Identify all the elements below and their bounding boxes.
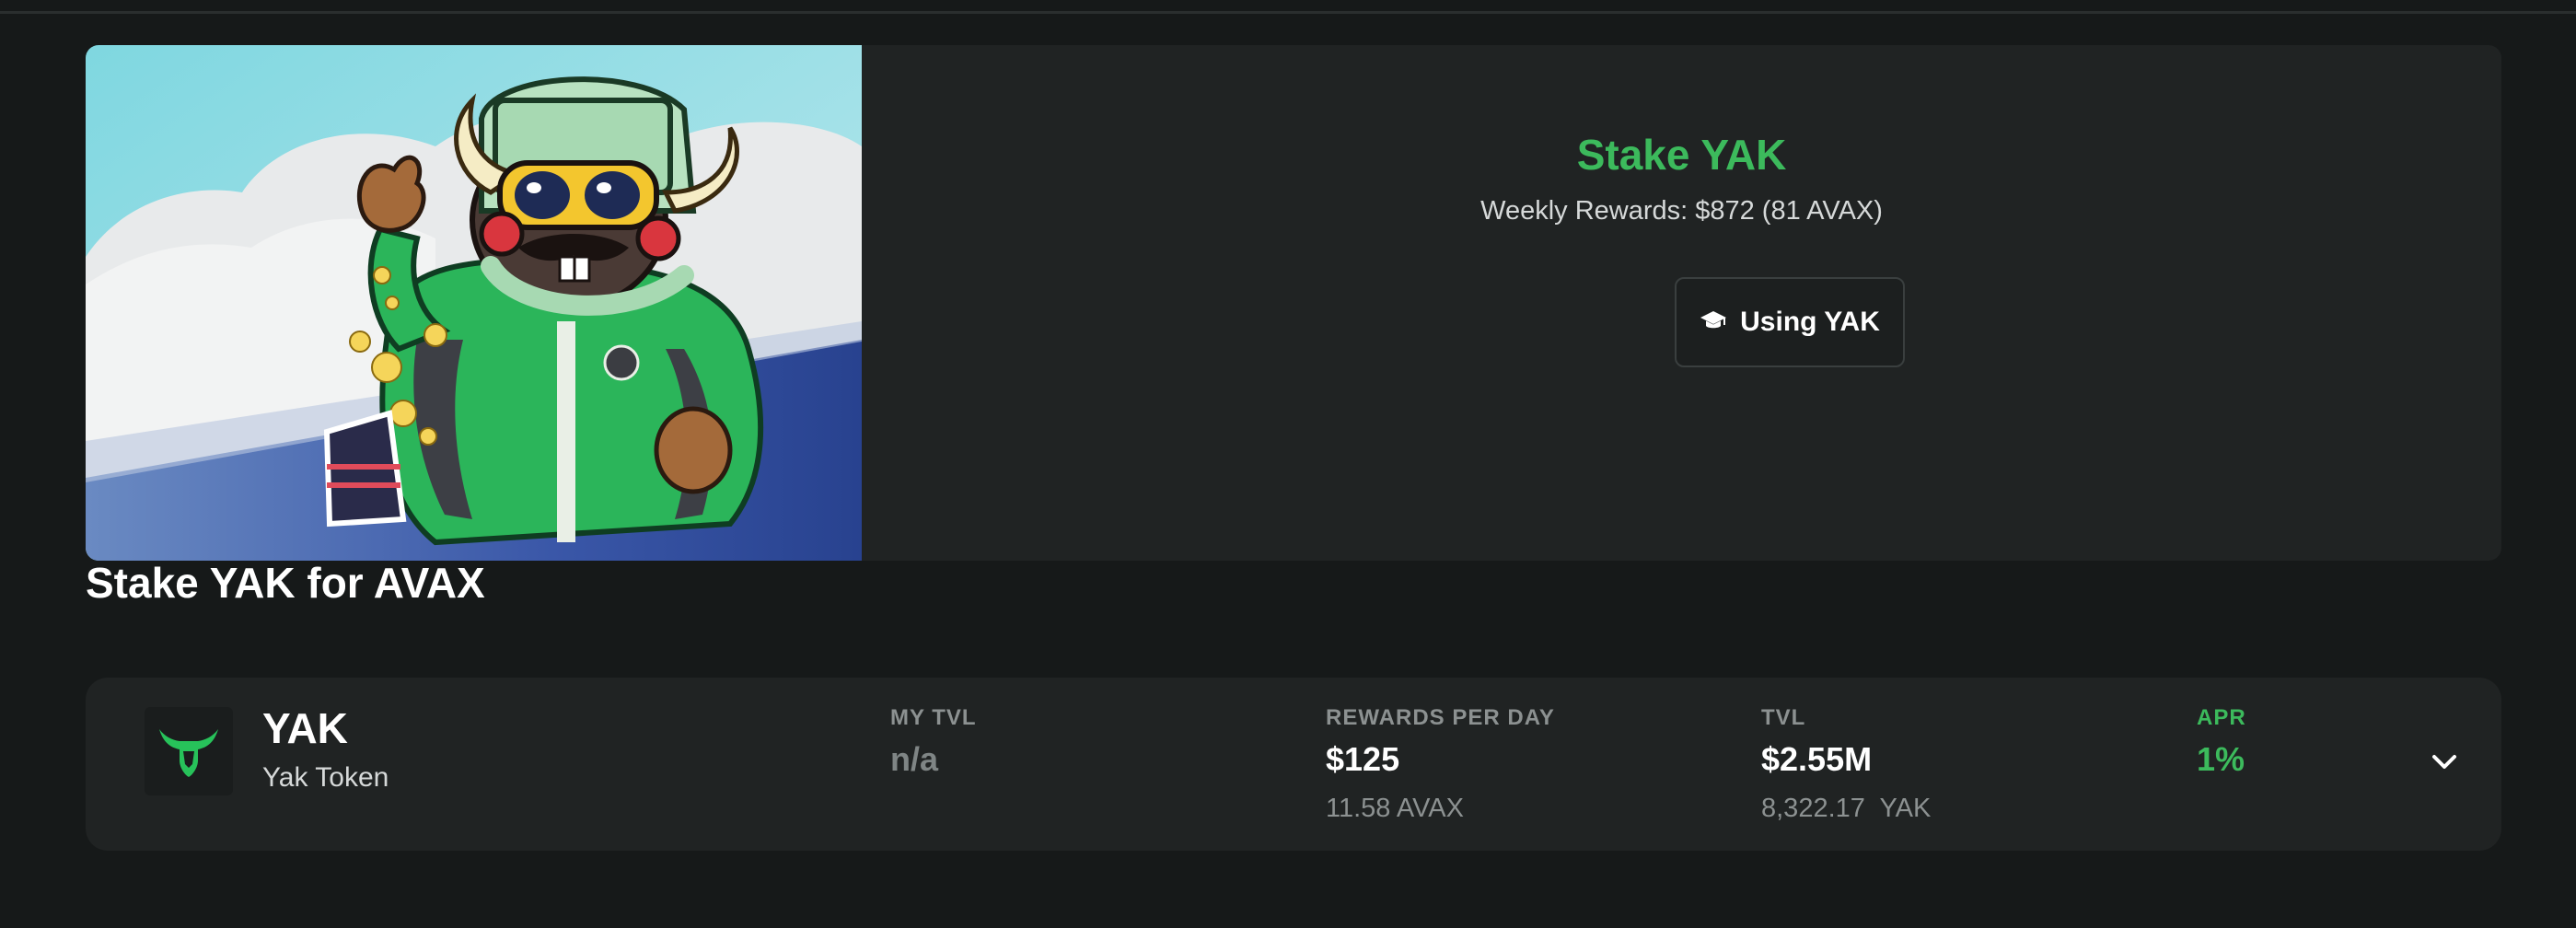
yak-mascot-illustration <box>86 45 862 561</box>
tvl-token-amount: 8,322.17 YAK <box>1761 794 1932 823</box>
yak-pool-row[interactable]: YAK Yak Token MY TVL n/a REWARDS PER DAY… <box>86 678 2501 851</box>
graduation-cap-icon <box>1700 309 1727 336</box>
apr-label: APR <box>2197 705 2246 730</box>
token-symbol: YAK <box>262 704 348 752</box>
apr-value: 1% <box>2197 740 2245 778</box>
hero-content: Stake YAK Weekly Rewards: $872 (81 AVAX)… <box>862 45 2501 561</box>
tvl-value: $2.55M <box>1761 740 1873 778</box>
rewards-per-day-label: REWARDS PER DAY <box>1326 705 1555 730</box>
chevron-down-icon[interactable] <box>2431 753 2457 771</box>
top-divider <box>0 11 2576 14</box>
rewards-per-day-avax: 11.58 AVAX <box>1326 794 1464 823</box>
stake-hero-card: Stake YAK Weekly Rewards: $872 (81 AVAX)… <box>86 45 2501 561</box>
using-yak-button[interactable]: Using YAK <box>1675 277 1905 367</box>
my-tvl-value: n/a <box>890 740 939 778</box>
section-title: Stake YAK for AVAX <box>86 559 485 607</box>
tvl-label: TVL <box>1761 705 1806 730</box>
token-name: Yak Token <box>262 762 389 793</box>
my-tvl-label: MY TVL <box>890 705 977 730</box>
weekly-rewards-text: Weekly Rewards: $872 (81 AVAX) <box>1480 196 1883 226</box>
using-yak-button-label: Using YAK <box>1740 307 1880 337</box>
yak-token-logo <box>145 707 233 795</box>
rewards-per-day-value: $125 <box>1326 740 1400 778</box>
hero-title: Stake YAK <box>1576 131 1787 179</box>
